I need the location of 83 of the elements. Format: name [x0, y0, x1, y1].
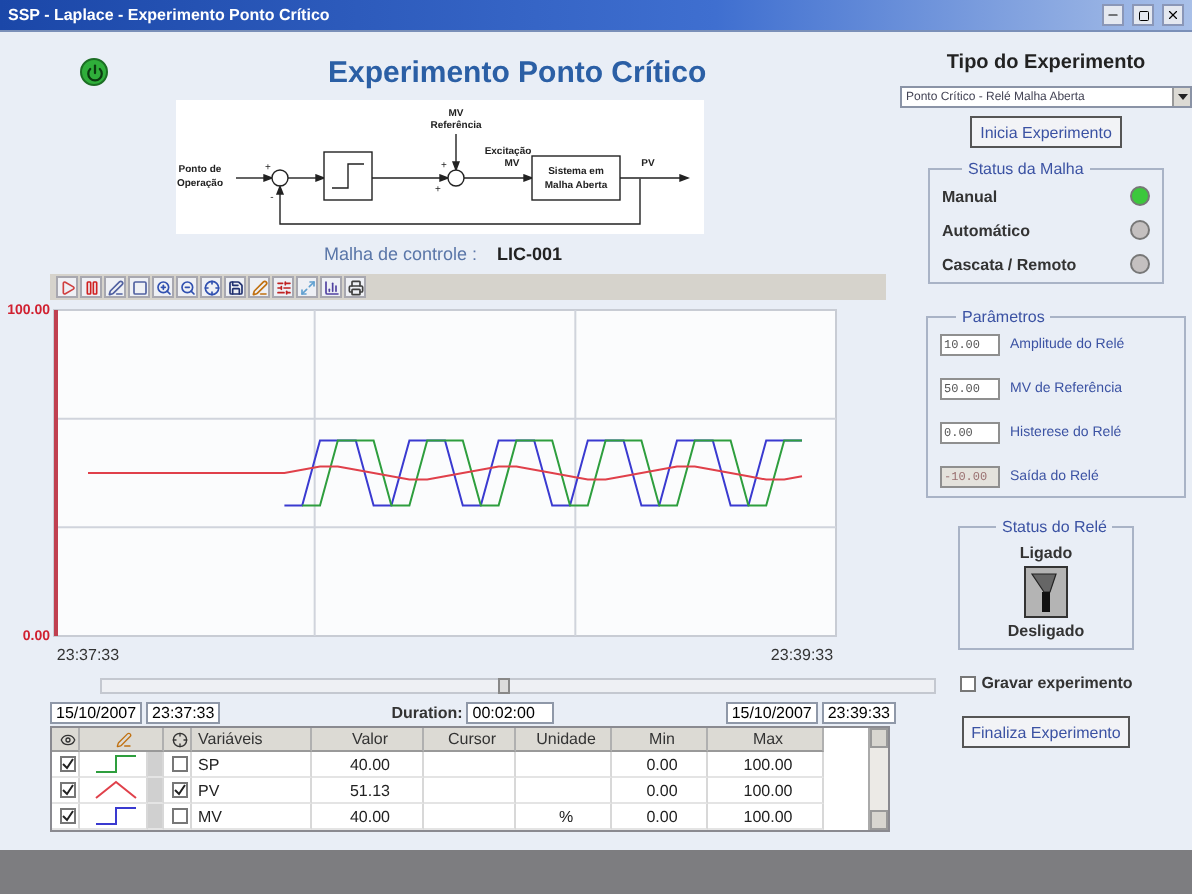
toolbar-button[interactable] — [320, 276, 342, 298]
table-cell: 100.00 — [708, 778, 824, 804]
loop-label: Malha de controle : — [323, 244, 478, 264]
check-icon — [62, 810, 74, 822]
table-cell: 51.13 — [312, 778, 424, 804]
duration-label: Duration: — [391, 703, 463, 721]
cursor-checkbox[interactable] — [172, 782, 188, 798]
dropdown-arrow-icon — [1177, 94, 1187, 100]
table-cell: 40.00 — [312, 752, 424, 778]
close-icon — [1166, 8, 1180, 22]
table-cell: 40.00 — [312, 804, 424, 830]
end-time-field[interactable]: 23:39:33 — [821, 701, 896, 723]
minimize-button[interactable] — [1102, 4, 1124, 26]
toggle-switch-icon — [1024, 566, 1068, 618]
window-title: SSP - Laplace - Experimento Ponto Crítico — [8, 6, 332, 24]
table-cell: SP — [192, 752, 312, 778]
table-cell: % — [516, 804, 612, 830]
record-label: Gravar experimento — [981, 674, 1133, 692]
table-cell: 100.00 — [708, 804, 824, 830]
relay-off-label: Desligado — [1007, 622, 1085, 640]
check-icon — [62, 758, 74, 770]
start-date-field[interactable]: 15/10/2007 — [50, 701, 143, 723]
table-cell: MV — [192, 804, 312, 830]
start-button[interactable]: Inicia Experimento — [970, 116, 1122, 148]
column-header: Unidade — [516, 728, 612, 752]
section-title: Tipo do Experimento — [946, 52, 1146, 74]
cursor-checkbox[interactable] — [172, 756, 188, 772]
scroll-thumb[interactable] — [498, 678, 510, 694]
toolbar-button[interactable] — [200, 276, 222, 298]
toolbar-button[interactable] — [104, 276, 126, 298]
visibility-checkbox[interactable] — [60, 756, 76, 772]
column-header: Max — [708, 728, 824, 752]
table-cell — [424, 752, 516, 778]
table-scrollbar[interactable] — [868, 728, 888, 830]
visibility-checkbox[interactable] — [60, 808, 76, 824]
check-icon — [174, 784, 186, 796]
end-date-field[interactable]: 15/10/2007 — [725, 701, 818, 723]
table-cell — [424, 804, 516, 830]
column-header: Variáveis — [192, 728, 312, 752]
finish-button[interactable]: Finaliza Experimento — [961, 716, 1131, 748]
visibility-checkbox[interactable] — [60, 782, 76, 798]
toolbar-button[interactable] — [344, 276, 366, 298]
table-cell — [516, 752, 612, 778]
minimize-icon — [1106, 8, 1120, 22]
eye-icon — [60, 731, 76, 747]
toolbar-button[interactable] — [80, 276, 102, 298]
table-cell — [424, 778, 516, 804]
table-cell — [516, 778, 612, 804]
close-button[interactable] — [1162, 4, 1184, 26]
time-label: 23:39:33 — [770, 646, 834, 664]
loop-tag: LIC-001 — [497, 244, 563, 264]
duration-field[interactable]: 00:02:00 — [466, 701, 555, 723]
table-cell: 0.00 — [612, 778, 708, 804]
group-title: Status da Malha — [966, 160, 1086, 178]
relay-on-label: Ligado — [1019, 544, 1073, 562]
page-title: Experimento Ponto Crítico — [328, 55, 707, 89]
toolbar-button[interactable] — [176, 276, 198, 298]
mode-label: Cascata / Remoto — [942, 255, 1077, 273]
cursor-icon — [172, 731, 188, 747]
column-header: Cursor — [424, 728, 516, 752]
time-scrollbar[interactable] — [100, 678, 936, 694]
group-title: Status do Relé — [1000, 518, 1109, 536]
time-label: 23:37:33 — [56, 646, 120, 664]
maximize-icon — [1137, 9, 1149, 21]
start-time-field[interactable]: 23:37:33 — [146, 701, 221, 723]
power-button[interactable] — [80, 58, 108, 86]
toolbar-button[interactable] — [224, 276, 246, 298]
toolbar-button[interactable] — [272, 276, 294, 298]
record-checkbox[interactable] — [959, 675, 976, 691]
check-icon — [62, 784, 74, 796]
table-cell: 100.00 — [708, 752, 824, 778]
mode-label: Manual — [942, 187, 998, 205]
column-header: Valor — [312, 728, 424, 752]
table-cell: PV — [192, 778, 312, 804]
table-cell: 0.00 — [612, 752, 708, 778]
cursor-checkbox[interactable] — [172, 808, 188, 824]
table-cell: 0.00 — [612, 804, 708, 830]
column-header: Min — [612, 728, 708, 752]
maximize-button[interactable] — [1132, 4, 1154, 26]
pen-icon — [116, 731, 132, 747]
group-title: Parâmetros — [960, 308, 1047, 326]
toolbar-button[interactable] — [152, 276, 174, 298]
mode-label: Automático — [942, 221, 1030, 239]
